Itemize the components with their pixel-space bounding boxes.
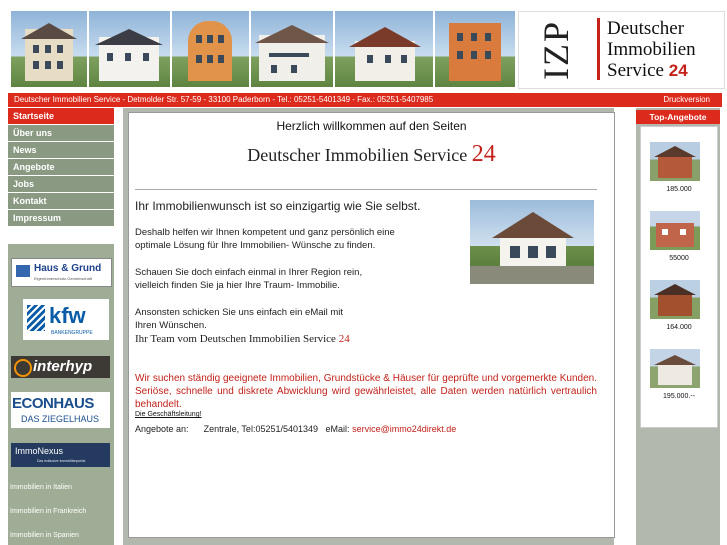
welcome-text: Herzlich willkommen auf den Seiten bbox=[276, 119, 467, 133]
featured-house-image bbox=[470, 200, 594, 284]
intro-paragraph: Deshalb helfen wir Ihnen kompetent und g… bbox=[135, 227, 395, 251]
nav-item-jobs[interactable]: Jobs bbox=[8, 176, 114, 192]
econhaus-logo[interactable]: ECONHAUS DAS ZIEGELHAUS bbox=[11, 392, 110, 428]
logo-wordmark: Deutscher Immobilien Service 24 bbox=[607, 18, 696, 81]
content-panel: Herzlich willkommen auf den Seiten Deuts… bbox=[128, 112, 615, 538]
region-paragraph: Schauen Sie doch einfach einmal in Ihrer… bbox=[135, 267, 363, 291]
main-navigation: Startseite Über uns News Angebote Jobs K… bbox=[8, 108, 114, 227]
interhyp-logo[interactable]: interhyp bbox=[11, 356, 110, 378]
top-offers-heading: Top-Angebote bbox=[636, 110, 720, 124]
team-signature: Ihr Team vom Deutschen Immobilien Servic… bbox=[135, 333, 350, 345]
management-signature: Die Geschäftsleitung! bbox=[135, 411, 202, 418]
header-photo-3 bbox=[172, 11, 249, 87]
email-paragraph: Ansonsten schicken Sie uns einfach ein e… bbox=[135, 307, 344, 331]
link-immobilien-spanien[interactable]: Immobilien in Spanien bbox=[10, 532, 79, 539]
offers-contact: Angebote an: Zentrale, Tel:05251/5401349… bbox=[135, 424, 457, 434]
offer-price-3: 164.000 bbox=[666, 324, 692, 331]
offer-price-4: 195.000.-- bbox=[663, 393, 695, 400]
page-title: Deutscher Immobilien Service 24 bbox=[247, 141, 496, 167]
header-photo-1 bbox=[11, 11, 87, 87]
nav-item-ueber-uns[interactable]: Über uns bbox=[8, 125, 114, 141]
offer-image-2[interactable] bbox=[650, 211, 700, 250]
contact-bar: Deutscher Immobilien Service - Detmolder… bbox=[8, 93, 722, 107]
header-photo-4 bbox=[251, 11, 333, 87]
nav-item-news[interactable]: News bbox=[8, 142, 114, 158]
top-offers-panel: 185.000 55000 164.000 195.000.-- bbox=[640, 126, 718, 428]
nav-item-impressum[interactable]: Impressum bbox=[8, 210, 114, 226]
nav-item-startseite[interactable]: Startseite bbox=[8, 108, 114, 124]
immonexus-logo[interactable]: ImmoNexus Das exklusive Immobilienportal bbox=[11, 443, 110, 467]
header-photo-5 bbox=[335, 11, 433, 87]
logo-mark: IZP bbox=[536, 20, 576, 80]
header-photo-6 bbox=[435, 11, 515, 87]
haus-und-grund-logo[interactable]: Haus & Grund Eigentümerschutz-Gemeinscha… bbox=[11, 258, 112, 287]
link-immobilien-italien[interactable]: Immobilien in Italien bbox=[10, 484, 72, 491]
link-immobilien-frankreich[interactable]: Immobilien in Frankreich bbox=[10, 508, 86, 515]
company-address: Deutscher Immobilien Service - Detmolder… bbox=[14, 95, 434, 104]
offer-price-2: 55000 bbox=[669, 255, 689, 262]
offer-price-1: 185.000 bbox=[666, 186, 692, 193]
divider bbox=[135, 189, 597, 190]
nav-item-angebote[interactable]: Angebote bbox=[8, 159, 114, 175]
offer-image-1[interactable] bbox=[650, 142, 700, 181]
print-version-link[interactable]: Druckversion bbox=[663, 93, 710, 107]
nav-item-kontakt[interactable]: Kontakt bbox=[8, 193, 114, 209]
header-photo-2 bbox=[89, 11, 170, 87]
email-link[interactable]: service@immo24direkt.de bbox=[352, 424, 456, 434]
kfw-logo[interactable]: kfw BANKENGRUPPE bbox=[23, 299, 109, 340]
company-logo[interactable]: IZP Deutscher Immobilien Service 24 bbox=[518, 11, 725, 89]
offer-image-4[interactable] bbox=[650, 349, 700, 388]
lead-text: Ihr Immobilienwunsch ist so einzigartig … bbox=[135, 199, 421, 213]
logo-divider bbox=[597, 18, 600, 80]
offer-image-3[interactable] bbox=[650, 280, 700, 319]
search-notice: Wir suchen ständig geeignete Immobilien,… bbox=[135, 373, 597, 410]
